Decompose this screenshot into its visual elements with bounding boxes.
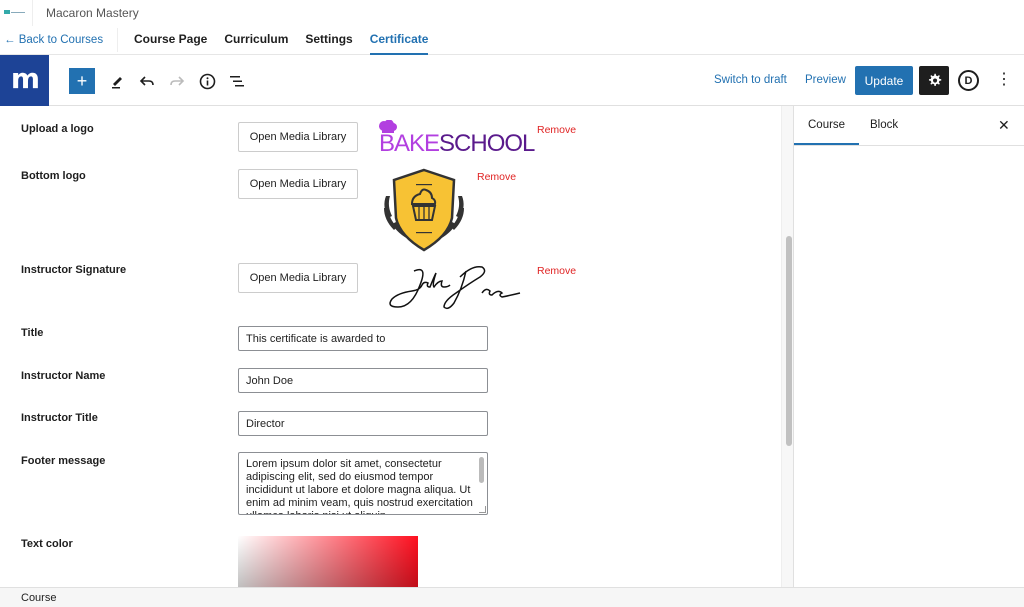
certificate-settings-panel: Upload a logo Open Media Library BAKESCH… — [0, 106, 781, 587]
logo-text-school: SCHOOL — [439, 130, 535, 157]
pencil-icon — [112, 77, 122, 89]
footer-message-label: Footer message — [21, 455, 106, 467]
bakeschool-logo-image: BAKESCHOOL — [378, 120, 535, 160]
breadcrumb-course[interactable]: Course — [21, 592, 56, 604]
brand-logo[interactable]: m — [0, 55, 49, 106]
undo-button[interactable] — [134, 68, 160, 94]
footer-message-text: Lorem ipsum dolor sit amet, consectetur … — [246, 458, 473, 514]
divider — [32, 0, 33, 26]
bottom-logo-label: Bottom logo — [21, 170, 86, 182]
info-icon — [199, 73, 215, 89]
details-button[interactable] — [194, 68, 220, 94]
tab-curriculum[interactable]: Curriculum — [224, 32, 288, 55]
textarea-scrollbar[interactable] — [479, 457, 484, 483]
remove-signature-link[interactable]: Remove — [537, 265, 576, 277]
close-icon[interactable]: ✕ — [998, 117, 1010, 134]
gear-icon — [928, 73, 941, 87]
upload-logo-label: Upload a logo — [21, 123, 94, 135]
color-picker-saturation-area[interactable] — [238, 536, 418, 587]
instructor-title-input[interactable] — [238, 411, 488, 436]
settings-sidebar: Course Block ✕ — [794, 106, 1024, 587]
instructor-name-label: Instructor Name — [21, 370, 106, 382]
list-view-icon — [230, 76, 244, 87]
sidebar-tab-block[interactable]: Block — [870, 119, 898, 131]
instructor-title-label: Instructor Title — [21, 412, 98, 424]
tab-settings[interactable]: Settings — [305, 32, 352, 55]
sidebar-tab-course[interactable]: Course — [794, 119, 860, 145]
remove-upload-logo-link[interactable]: Remove — [537, 124, 576, 136]
upload-logo-media-button[interactable]: Open Media Library — [238, 122, 358, 152]
update-button[interactable]: Update — [855, 66, 913, 95]
tools-button[interactable] — [104, 68, 130, 94]
top-bar: Macaron Mastery ← Back to Courses Course… — [0, 0, 1024, 55]
sidebar-tabs: Course Block ✕ — [794, 106, 1024, 146]
plus-icon: + — [76, 70, 88, 91]
switch-to-draft-button[interactable]: Switch to draft — [714, 74, 787, 86]
cupcake-badge-icon — [384, 168, 464, 252]
back-to-courses-link[interactable]: ← Back to Courses — [4, 34, 103, 46]
scrollbar-thumb[interactable] — [786, 236, 792, 446]
signature-image — [384, 263, 524, 313]
instructor-name-input[interactable] — [238, 368, 488, 393]
course-tabs: Course Page Curriculum Settings Certific… — [134, 32, 429, 55]
content-scrollbar[interactable] — [781, 106, 794, 587]
course-title: Macaron Mastery — [46, 6, 139, 20]
preview-button[interactable]: Preview — [805, 74, 846, 86]
block-breadcrumb-bar: Course — [0, 587, 1024, 607]
brand-letter: m — [10, 62, 40, 95]
site-logo[interactable] — [4, 9, 26, 15]
editor-toolbar: m + Switch to draft Preview Update D ⋮ — [0, 55, 1024, 106]
divi-button[interactable]: D — [958, 70, 979, 91]
remove-bottom-logo-link[interactable]: Remove — [477, 171, 516, 183]
undo-icon — [139, 76, 154, 86]
bottom-logo-image — [378, 166, 470, 252]
add-block-button[interactable]: + — [69, 68, 95, 94]
instructor-signature-label: Instructor Signature — [21, 264, 127, 276]
signature-scribble — [389, 265, 521, 310]
divider — [117, 28, 118, 52]
list-view-button[interactable] — [224, 68, 250, 94]
signature-media-button[interactable]: Open Media Library — [238, 263, 358, 293]
footer-message-textarea[interactable]: Lorem ipsum dolor sit amet, consectetur … — [238, 452, 488, 515]
bottom-logo-media-button[interactable]: Open Media Library — [238, 169, 358, 199]
redo-icon — [170, 76, 185, 86]
resize-handle-icon[interactable] — [479, 506, 486, 513]
tab-course-page[interactable]: Course Page — [134, 32, 207, 55]
title-input[interactable] — [238, 326, 488, 351]
more-options-button[interactable]: ⋮ — [996, 69, 1012, 89]
tab-certificate[interactable]: Certificate — [369, 32, 429, 55]
text-color-label: Text color — [21, 538, 73, 550]
redo-button[interactable] — [164, 68, 190, 94]
settings-button[interactable] — [919, 66, 949, 95]
logo-text-bake: BAKE — [379, 130, 440, 157]
title-label: Title — [21, 327, 44, 339]
